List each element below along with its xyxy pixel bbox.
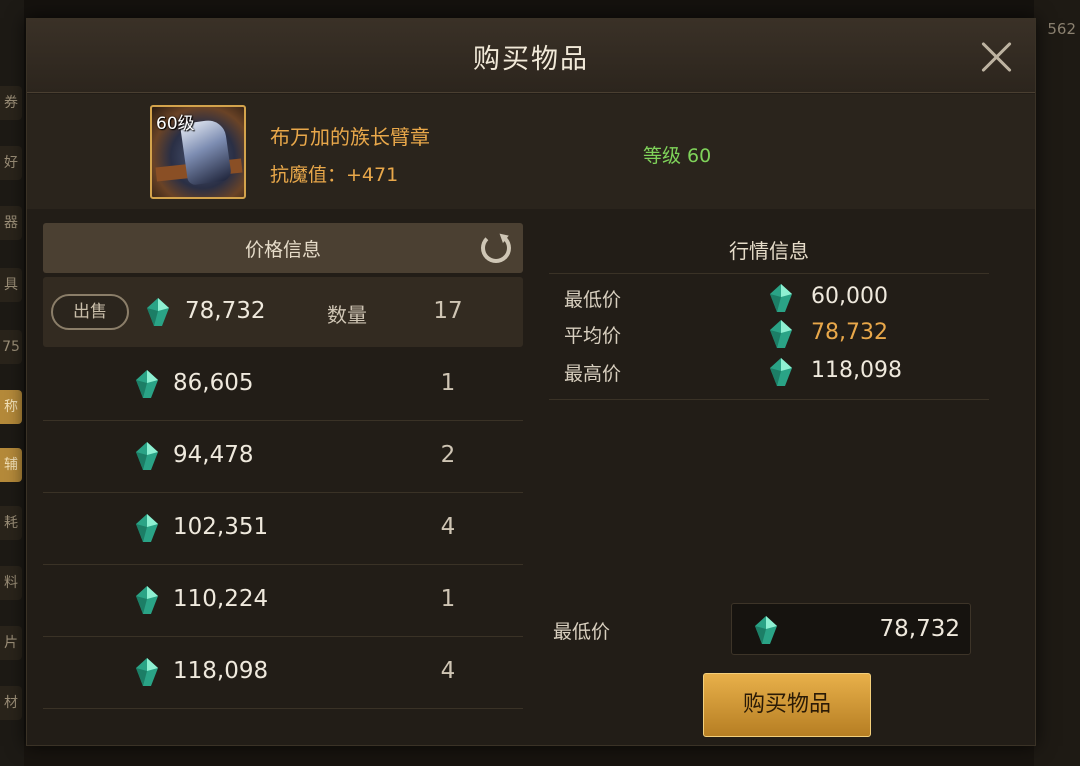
gem-icon (770, 284, 792, 312)
row-price: 94,478 (173, 442, 254, 468)
market-min-label: 最低价 (564, 289, 622, 311)
row-quantity: 1 (440, 370, 456, 396)
row-quantity: 1 (440, 586, 456, 612)
price-row[interactable]: 94,478 2 (43, 421, 523, 493)
row-price: 86,605 (173, 370, 254, 396)
background-right-panel: 562 (1034, 0, 1080, 766)
price-info-panel: 价格信息 出售 78,732 数量 17 86,605 1 94,478 2 1… (43, 223, 523, 733)
market-max-label: 最高价 (564, 363, 622, 385)
item-stat: 抗魔值：+471 (270, 164, 399, 186)
gem-icon (770, 358, 792, 386)
row-quantity: 4 (440, 514, 456, 540)
bg-tab: 75 (0, 330, 22, 364)
price-list: 出售 78,732 数量 17 86,605 1 94,478 2 102,35… (43, 277, 523, 709)
price-row[interactable]: 110,224 1 (43, 565, 523, 637)
purchase-min-price-label: 最低价 (553, 621, 611, 643)
item-armband-icon[interactable]: 60级 (150, 105, 246, 199)
row-quantity: 17 (433, 298, 463, 324)
price-info-header: 价格信息 (43, 223, 523, 273)
market-min-value: 60,000 (811, 284, 888, 309)
bg-tab: 材 (0, 686, 22, 720)
bg-tab: 称 (0, 390, 22, 424)
background-bottom (24, 744, 1034, 766)
gem-icon (755, 616, 777, 644)
gem-icon (136, 514, 158, 542)
divider (549, 399, 989, 400)
sell-button[interactable]: 出售 (51, 294, 129, 330)
quantity-label: 数量 (327, 303, 367, 327)
bg-tab: 具 (0, 268, 22, 302)
gem-icon (136, 370, 158, 398)
market-info-title: 行情信息 (729, 239, 809, 263)
price-row[interactable]: 118,098 4 (43, 637, 523, 709)
item-header: 60级 布万加的族长臂章 抗魔值：+471 等级 60 (27, 94, 1035, 209)
dialog-title: 购买物品 (473, 44, 589, 75)
item-level: 等级 60 (643, 145, 712, 167)
price-row[interactable]: 出售 78,732 数量 17 (43, 277, 523, 347)
market-max-value: 118,098 (811, 358, 902, 383)
row-quantity: 2 (440, 442, 456, 468)
close-icon[interactable] (979, 39, 1013, 73)
market-avg-value: 78,732 (811, 320, 888, 345)
market-info-panel: 行情信息 最低价 60,000 平均价 78,732 最高价 118,098 最… (549, 223, 989, 737)
item-level-badge: 60级 (156, 114, 195, 134)
background-left-tabs: 券 好 器 具 75 称 辅 耗 料 片 材 (0, 0, 24, 766)
price-row[interactable]: 86,605 1 (43, 349, 523, 421)
purchase-price-value: 78,732 (879, 616, 960, 642)
row-quantity: 4 (440, 658, 456, 684)
bg-tab: 好 (0, 146, 22, 180)
gem-icon (770, 320, 792, 348)
gem-icon (136, 442, 158, 470)
bg-tab: 器 (0, 206, 22, 240)
market-avg-row: 平均价 78,732 (549, 317, 989, 353)
bg-tab: 料 (0, 566, 22, 600)
purchase-price-input[interactable]: 78,732 (731, 603, 971, 655)
price-info-title: 价格信息 (244, 239, 321, 261)
row-price: 110,224 (173, 586, 269, 612)
refresh-icon[interactable] (481, 233, 511, 263)
gem-icon (147, 298, 169, 326)
bg-tab: 耗 (0, 506, 22, 540)
bg-tab: 片 (0, 626, 22, 660)
row-price: 118,098 (173, 658, 269, 684)
bg-number: 562 (1047, 20, 1076, 38)
price-row[interactable]: 102,351 4 (43, 493, 523, 565)
item-name: 布万加的族长臂章 (270, 125, 430, 149)
market-avg-label: 平均价 (564, 325, 622, 347)
divider (549, 273, 989, 274)
dialog-titlebar: 购买物品 (27, 19, 1035, 93)
bg-tab: 券 (0, 86, 22, 120)
market-min-row: 最低价 60,000 (549, 281, 989, 317)
gem-icon (136, 658, 158, 686)
row-price: 78,732 (185, 298, 266, 324)
row-price: 102,351 (173, 514, 269, 540)
buy-button[interactable]: 购买物品 (703, 673, 871, 737)
bg-tab: 辅 (0, 448, 22, 482)
gem-icon (136, 586, 158, 614)
buy-item-dialog: 购买物品 60级 布万加的族长臂章 抗魔值：+471 等级 60 价格信息 出售… (26, 18, 1036, 746)
market-max-row: 最高价 118,098 (549, 355, 989, 391)
